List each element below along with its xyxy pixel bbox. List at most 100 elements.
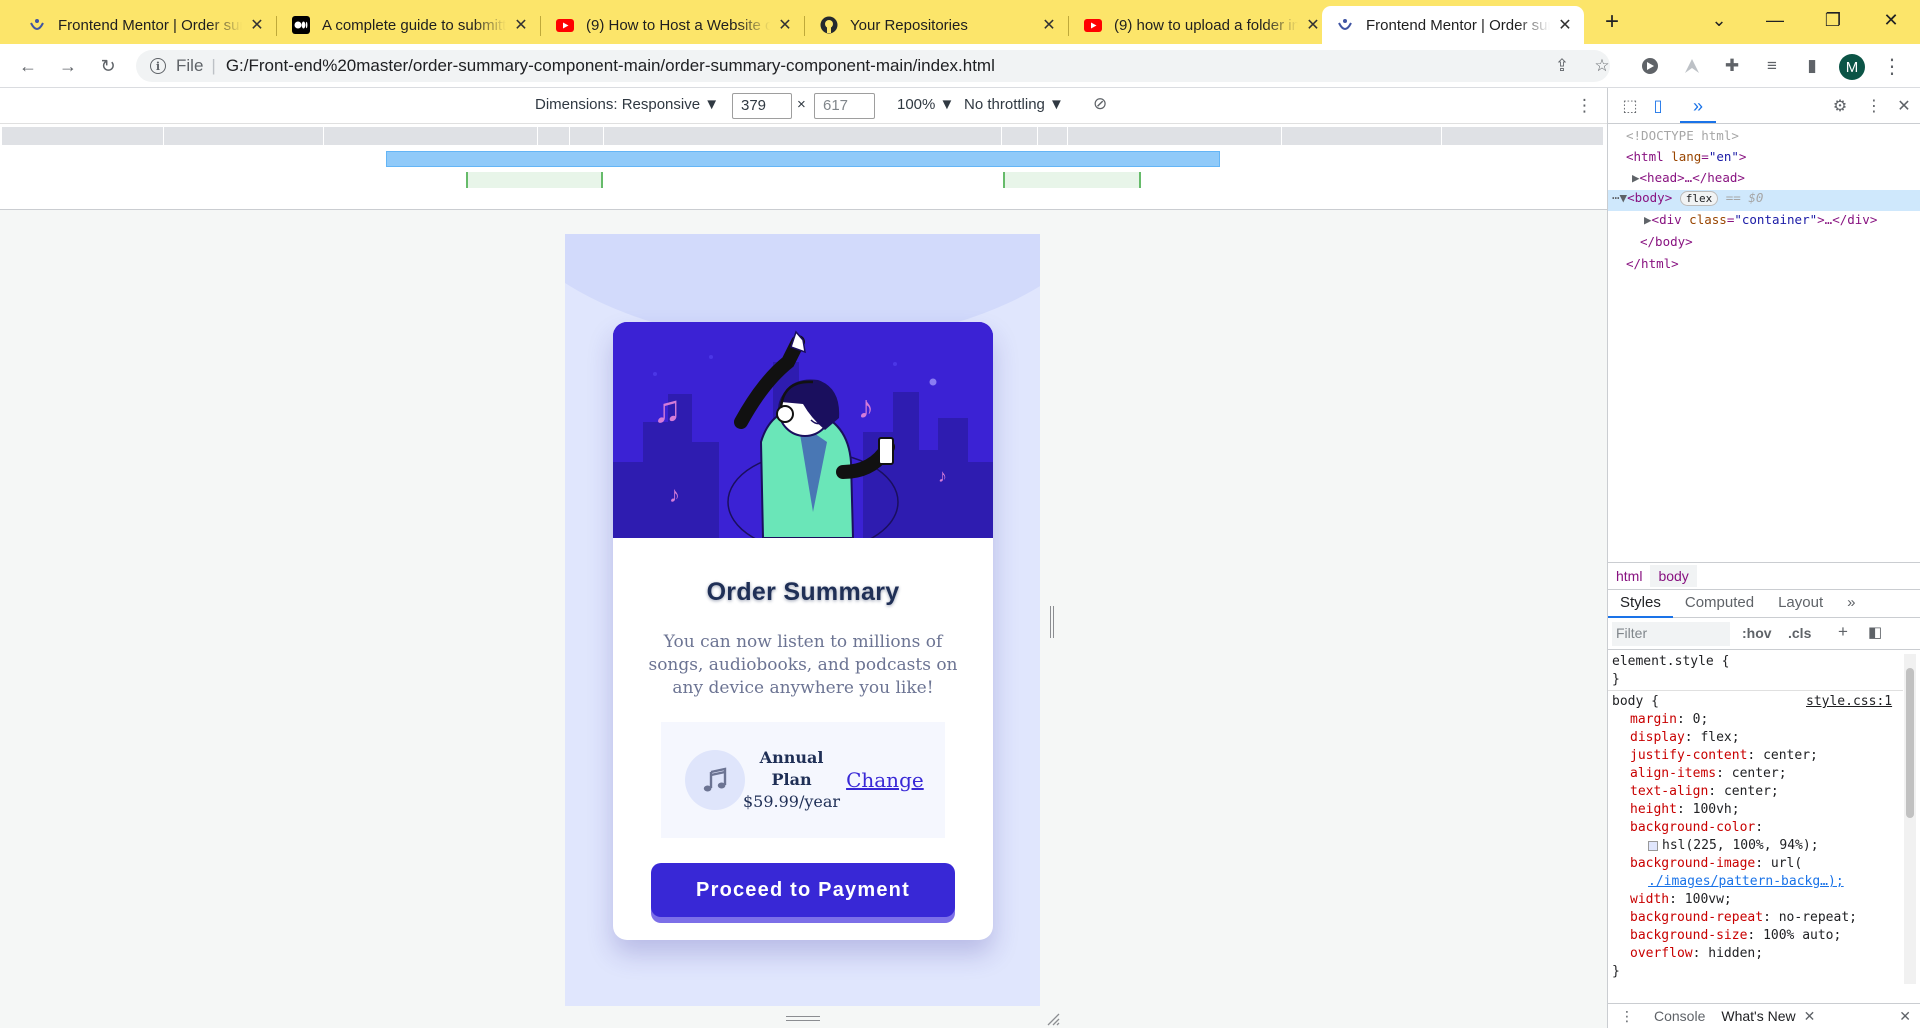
device-toggle-icon[interactable]: ▯ [1648,96,1668,116]
css-declaration[interactable]: width: 100vw; [1630,892,1732,907]
more-panels-icon[interactable]: » [1835,590,1867,618]
media-query-bar[interactable] [1442,127,1604,145]
css-declaration[interactable]: background-repeat: no-repeat; [1630,910,1857,925]
tab-whats-new[interactable]: What's New [1713,1008,1803,1024]
hov-toggle[interactable]: :hov [1742,625,1772,641]
settings-icon[interactable]: ⚙ [1830,96,1850,116]
browser-tab[interactable]: (9) how to upload a folder in github ✕ [1070,6,1332,44]
close-icon[interactable]: ✕ [1040,16,1058,34]
browser-tab[interactable]: A complete guide to submitting solutions… [278,6,540,44]
more-options-icon[interactable]: ⋮ [1576,96,1593,116]
close-icon[interactable]: ✕ [1556,16,1574,34]
cls-toggle[interactable]: .cls [1788,625,1811,641]
restore-icon[interactable]: ❐ [1804,0,1862,40]
dimensions-dropdown[interactable]: Dimensions: Responsive ▼ [535,96,719,113]
css-declaration[interactable]: background-size: 100% auto; [1630,928,1841,943]
media-query-bar[interactable] [324,127,538,145]
tab-computed[interactable]: Computed [1673,590,1766,618]
devtools-menu-icon[interactable]: ⋮ [1864,96,1884,116]
css-declaration[interactable]: align-items: center; [1630,766,1787,781]
dom-doctype[interactable]: <!DOCTYPE html> [1608,128,1920,143]
dom-body-node[interactable]: ⋯▼<body> flex == $0 [1608,190,1920,211]
css-declaration[interactable]: background-image: url( [1630,856,1802,871]
tab-layout[interactable]: Layout [1766,590,1835,618]
dom-html-node[interactable]: <html lang="en"> [1608,149,1920,164]
drawer-menu-icon[interactable]: ⋮ [1608,1008,1646,1025]
breadcrumb-body[interactable]: body [1650,565,1697,587]
forward-icon[interactable]: → [54,52,82,80]
height-input[interactable]: 617 [814,93,875,119]
css-declaration[interactable]: margin: 0; [1630,712,1708,727]
resize-handle-right[interactable] [1050,606,1054,638]
tab-search-icon[interactable]: ⌄ [1690,0,1748,40]
media-query-bar[interactable] [1038,127,1068,145]
media-query-bar[interactable] [570,127,604,145]
puzzle-icon[interactable]: ✚ [1720,54,1744,78]
address-bar[interactable]: i File | G:/Front-end%20master/order-sum… [136,50,1610,82]
css-declaration[interactable]: height: 100vh; [1630,802,1740,817]
css-declaration[interactable]: text-align: center; [1630,784,1779,799]
menu-icon[interactable]: ⋮ [1880,54,1904,78]
close-drawer-icon[interactable]: ✕ [1899,1008,1920,1025]
reading-list-icon[interactable]: ≡ [1760,54,1784,78]
sidebar-toggle-icon[interactable]: ◧ [1868,623,1882,641]
new-rule-icon[interactable]: + [1838,622,1848,642]
rule-source-link[interactable]: style.css:1 [1806,694,1892,709]
media-query-bar[interactable] [1282,127,1442,145]
media-query-bar[interactable] [164,127,324,145]
close-icon[interactable]: ✕ [512,16,530,34]
rule-selector[interactable]: body { [1612,694,1659,709]
css-declaration[interactable]: ./images/pattern-backg…); [1648,874,1844,889]
color-swatch[interactable] [1648,840,1658,851]
min-width-query-bar[interactable] [1003,172,1141,188]
close-devtools-icon[interactable]: ✕ [1894,96,1914,116]
flex-badge[interactable]: flex [1679,191,1719,206]
inspect-element-icon[interactable]: ⬚ [1620,96,1640,116]
media-query-bar[interactable] [538,127,570,145]
browser-tab[interactable]: Your Repositories ✕ [806,6,1068,44]
css-declaration[interactable]: background-color: [1630,820,1763,835]
zoom-dropdown[interactable]: 100% ▼ [897,96,954,113]
browser-tab-active[interactable]: Frontend Mentor | Order summary ✕ [1322,6,1584,44]
throttling-dropdown[interactable]: No throttling ▼ [964,96,1064,113]
browser-tab[interactable]: (9) How to Host a Website on GitHub ✕ [542,6,804,44]
side-panel-icon[interactable]: ▮ [1800,54,1824,78]
close-icon[interactable]: ✕ [776,16,794,34]
change-plan-link[interactable]: Change [846,768,924,792]
tab-styles[interactable]: Styles [1608,590,1673,618]
extension-icon[interactable] [1638,54,1662,78]
profile-avatar[interactable]: M [1839,54,1865,80]
close-icon[interactable]: ✕ [248,16,266,34]
min-width-query-bar[interactable] [466,172,603,188]
media-query-bar[interactable] [604,127,1002,145]
info-icon[interactable]: i [150,58,166,74]
close-tab-icon[interactable]: ✕ [1804,1008,1816,1025]
media-query-bar[interactable] [2,127,164,145]
rotate-icon[interactable]: ⊘ [1093,94,1107,114]
width-input[interactable]: 379 [732,93,792,119]
css-declaration[interactable]: display: flex; [1630,730,1740,745]
back-icon[interactable]: ← [14,52,42,80]
filter-input[interactable]: Filter [1612,622,1730,646]
css-declaration[interactable]: justify-content: center; [1630,748,1818,763]
resize-handle-corner[interactable] [1046,1012,1060,1026]
tab-console[interactable]: Console [1646,1008,1713,1024]
new-tab-button[interactable]: + [1598,8,1626,36]
dom-head-node[interactable]: ▶<head>…</head> [1608,170,1920,185]
css-declaration[interactable]: hsl(225, 100%, 94%); [1648,838,1819,853]
breadcrumb-html[interactable]: html [1608,565,1650,587]
css-declaration[interactable]: overflow: hidden; [1630,946,1763,961]
dom-div-node[interactable]: ▶<div class="container">…</div> [1608,212,1920,227]
minimize-icon[interactable]: — [1746,0,1804,40]
media-query-bar[interactable] [1068,127,1282,145]
max-width-query-bar[interactable] [386,151,1220,167]
media-query-bar[interactable] [1002,127,1038,145]
url-text[interactable]: G:/Front-end%20master/order-summary-comp… [226,56,995,76]
extension-icon[interactable] [1680,54,1704,78]
proceed-to-payment-button[interactable]: Proceed to Payment [651,863,955,917]
more-tabs-icon[interactable]: » [1688,96,1708,116]
close-window-icon[interactable]: ✕ [1862,0,1920,40]
styles-scrollbar[interactable] [1904,654,1916,984]
browser-tab[interactable]: Frontend Mentor | Order summary ✕ [14,6,276,44]
share-icon[interactable]: ⇪ [1550,54,1574,78]
